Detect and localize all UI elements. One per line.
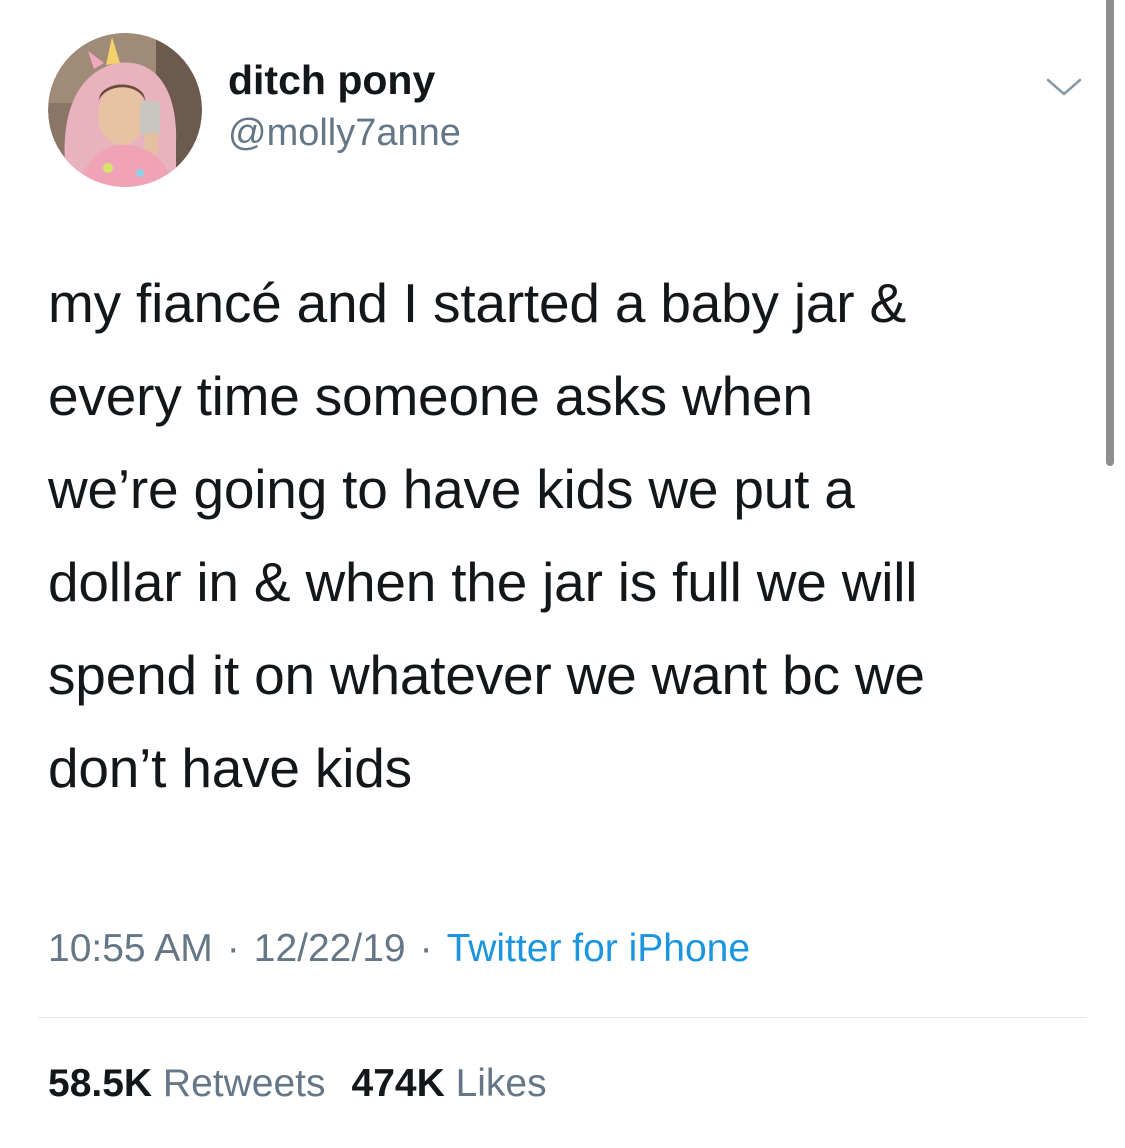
avatar[interactable]	[48, 33, 202, 187]
retweets-label: Retweets	[162, 1062, 326, 1105]
tweet-time: 10:55 AM	[48, 927, 213, 970]
tweet-line: every time someone asks when	[48, 365, 813, 427]
tweet-line: dollar in & when the jar is full we will	[48, 551, 918, 613]
scrollbar[interactable]	[1106, 0, 1114, 466]
tweet-line: we’re going to have kids we put a	[48, 458, 855, 520]
likes-label: Likes	[455, 1062, 547, 1105]
meta-separator: ·	[419, 927, 433, 970]
meta-separator: ·	[226, 927, 240, 970]
divider	[38, 1017, 1087, 1018]
tweet-date: 12/22/19	[253, 927, 406, 970]
tweet-line: don’t have kids	[48, 737, 412, 799]
tweet-stats: 58.5K Retweets 474K Likes	[48, 1058, 547, 1110]
username-handle[interactable]: @molly7anne	[228, 110, 461, 156]
tweet-line: spend it on whatever we want bc we	[48, 644, 925, 706]
likes-stat[interactable]: 474K Likes	[352, 1062, 547, 1105]
retweets-stat[interactable]: 58.5K Retweets	[48, 1062, 326, 1105]
retweets-count: 58.5K	[48, 1062, 153, 1105]
tweet-text: my fiancé and I started a baby jar & eve…	[48, 257, 1078, 815]
tweet-source-link[interactable]: Twitter for iPhone	[447, 927, 750, 970]
avatar-photo-icon	[48, 33, 202, 187]
tweet-line: my fiancé and I started a baby jar &	[48, 272, 906, 334]
tweet-meta: 10:55 AM · 12/22/19 · Twitter for iPhone	[48, 923, 750, 975]
likes-count: 474K	[351, 1062, 445, 1105]
display-name[interactable]: ditch pony	[228, 56, 435, 104]
chevron-down-icon[interactable]	[1044, 74, 1084, 100]
